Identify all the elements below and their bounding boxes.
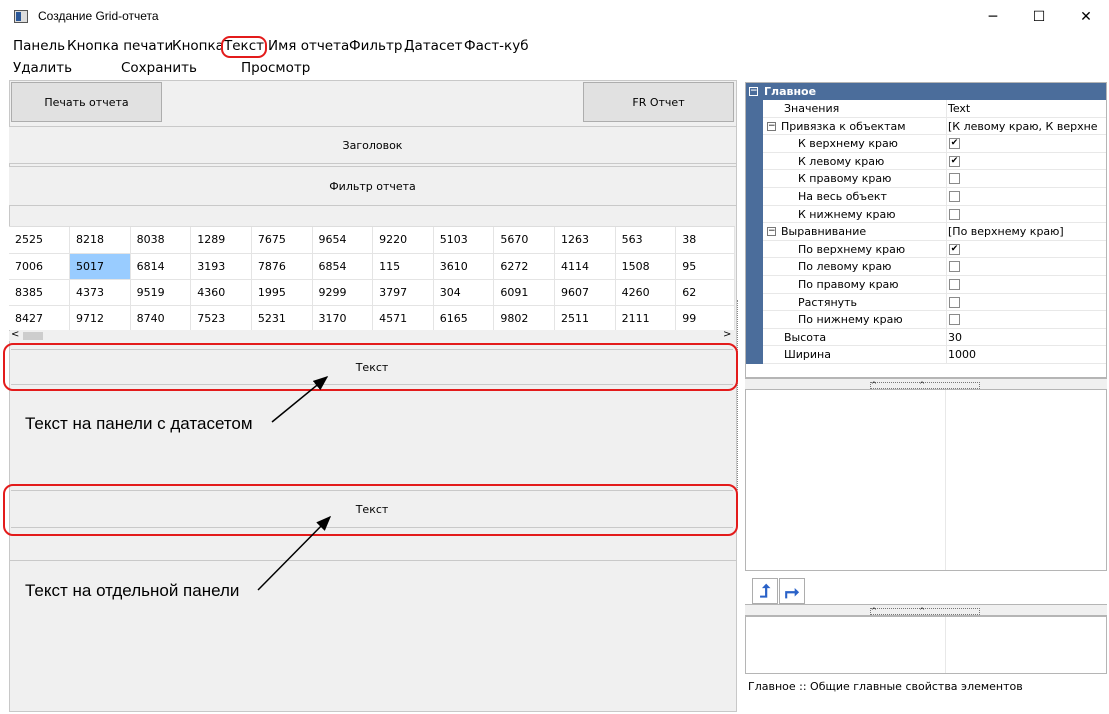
property-row[interactable]: Растянуть [746, 293, 1106, 312]
help-area [745, 389, 1107, 571]
property-name: К верхнему краю [798, 137, 898, 151]
property-checkbox[interactable] [949, 208, 960, 220]
property-name: Привязка к объектам [781, 119, 906, 133]
property-name: К левому краю [798, 154, 885, 168]
property-row[interactable]: По верхнему краю ✔ [746, 240, 1106, 259]
property-row[interactable]: Значения Text [746, 100, 1106, 118]
property-name: Значения [784, 102, 840, 115]
property-name: По верхнему краю [798, 242, 906, 256]
property-row[interactable]: Высота 30 [746, 328, 1106, 347]
property-row[interactable]: Ширина 1000 [746, 346, 1106, 364]
property-value[interactable]: [По верхнему краю] [948, 225, 1064, 238]
property-row[interactable]: На весь объект [746, 188, 1106, 206]
property-name: К нижнему краю [798, 207, 896, 221]
property-grid[interactable]: − Главное Значения Text − Привязка к объект… [745, 82, 1107, 378]
property-checkbox[interactable]: ✔ [949, 138, 960, 150]
status-text: Главное :: Общие главные свойства элемен… [748, 680, 1023, 693]
arrow-separate [257, 515, 332, 591]
property-value[interactable]: [К левому краю, К верхне [948, 120, 1098, 133]
property-checkbox[interactable] [949, 191, 960, 202]
splitter-grip-icon[interactable]: ^ ^ [870, 382, 980, 389]
property-row[interactable]: К нижнему краю [746, 205, 1106, 224]
property-row[interactable]: По левому краю [746, 258, 1106, 276]
property-name: По правому краю [798, 278, 899, 291]
section-header[interactable]: − Главное [746, 83, 1106, 100]
property-row[interactable]: К верхнему краю ✔ [746, 135, 1106, 153]
property-checkbox[interactable]: ✔ [949, 155, 960, 167]
description-area [745, 616, 1107, 674]
property-name: По нижнему краю [798, 313, 903, 327]
property-checkbox[interactable] [949, 173, 960, 185]
arrow-dataset [271, 376, 329, 423]
property-row[interactable]: По правому краю [746, 276, 1106, 294]
property-name: По левому краю [798, 260, 892, 274]
property-name: На весь объект [798, 190, 887, 203]
property-name: Растянуть [798, 295, 858, 309]
property-row[interactable]: По нижнему краю [746, 311, 1106, 329]
property-name: Высота [784, 330, 827, 344]
property-row[interactable]: К левому краю ✔ [746, 152, 1106, 171]
property-row[interactable]: − Привязка к объектам [К левому краю, К ве… [746, 117, 1106, 136]
section-title: Главное [764, 85, 817, 98]
panel-splitter-2[interactable]: ^ ^ [745, 604, 1107, 616]
splitter-grip-icon[interactable]: ^ ^ [870, 608, 980, 615]
property-row[interactable]: − Выравнивание [По верхнему краю] [746, 223, 1106, 241]
expander-icon[interactable]: − [767, 121, 776, 131]
property-name: Выравнивание [781, 225, 867, 239]
property-checkbox[interactable] [949, 279, 960, 290]
property-value[interactable]: 30 [948, 331, 962, 344]
property-value[interactable]: 1000 [948, 348, 976, 361]
property-row[interactable]: К правому краю [746, 170, 1106, 188]
collapse-section-icon[interactable]: − [749, 87, 758, 96]
property-checkbox[interactable] [949, 261, 960, 273]
property-checkbox[interactable] [949, 314, 960, 326]
expander-icon[interactable]: − [767, 227, 776, 237]
property-checkbox[interactable] [949, 296, 960, 308]
property-name: К правому краю [798, 172, 892, 186]
property-checkbox[interactable]: ✔ [949, 243, 960, 255]
move-up-icon[interactable]: ⮥ [752, 578, 778, 604]
move-down-icon[interactable]: ⮣ [779, 578, 805, 604]
property-value[interactable]: Text [948, 102, 970, 115]
property-name: Ширина [784, 348, 831, 362]
